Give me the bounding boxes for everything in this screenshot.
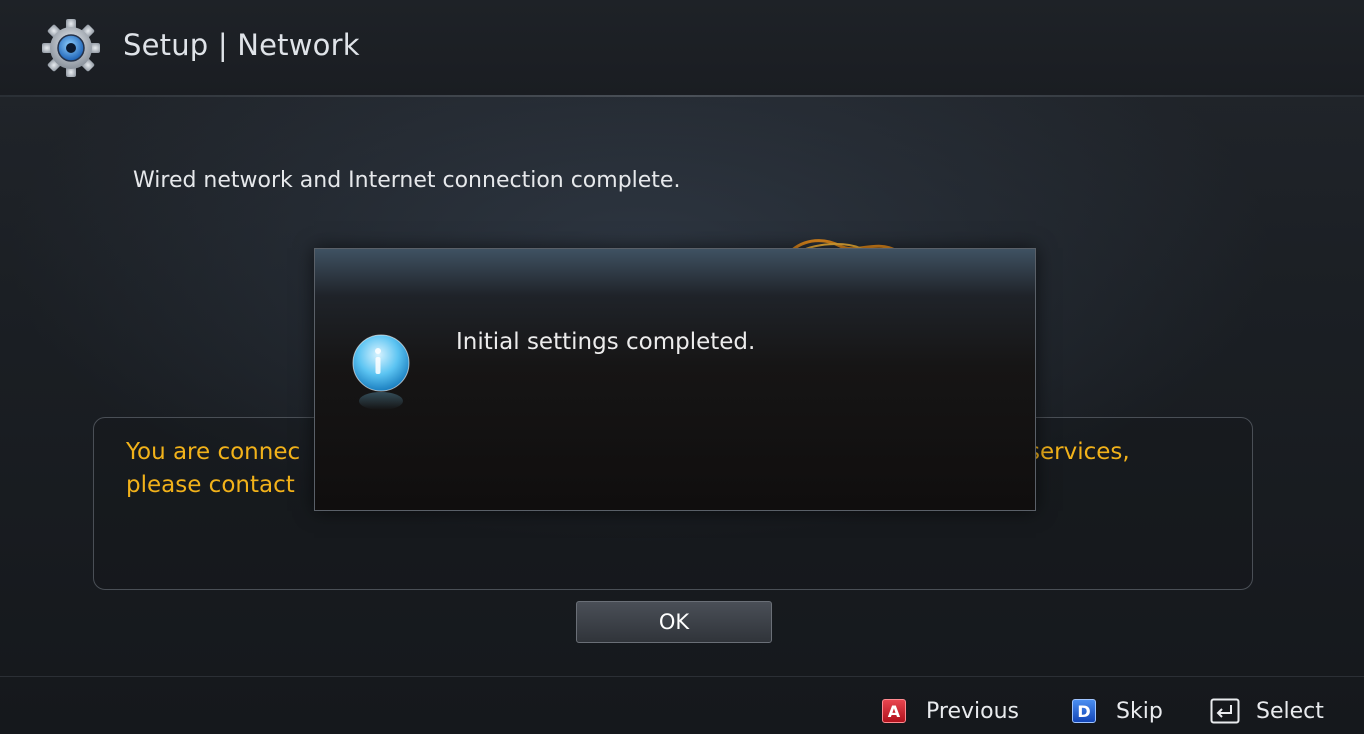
footer-divider (0, 676, 1364, 677)
blue-d-key-icon: D (1072, 699, 1096, 723)
ok-button[interactable]: OK (576, 601, 772, 643)
info-icon (352, 334, 410, 410)
header-divider (0, 95, 1364, 97)
connection-status-message: Wired network and Internet connection co… (133, 168, 681, 193)
skip-label: Skip (1116, 698, 1163, 724)
info-text-line-1-start: You are connec (126, 439, 301, 465)
tv-setup-screen: Setup | Network Wired network and Intern… (0, 0, 1364, 734)
enter-icon (1210, 698, 1240, 724)
previous-label: Previous (926, 698, 1019, 724)
info-text-line-1-end: services, (1028, 439, 1130, 465)
dialog-message: Initial settings completed. (456, 329, 756, 355)
red-a-key-icon: A (882, 699, 906, 723)
skip-hint[interactable]: D Skip (1072, 697, 1163, 725)
previous-hint[interactable]: A Previous (882, 697, 1019, 725)
select-label: Select (1256, 698, 1324, 724)
gear-icon (42, 19, 100, 77)
select-hint[interactable]: Select (1210, 697, 1324, 725)
page-title: Setup | Network (123, 28, 360, 62)
settings-complete-dialog: Initial settings completed. (314, 248, 1036, 511)
